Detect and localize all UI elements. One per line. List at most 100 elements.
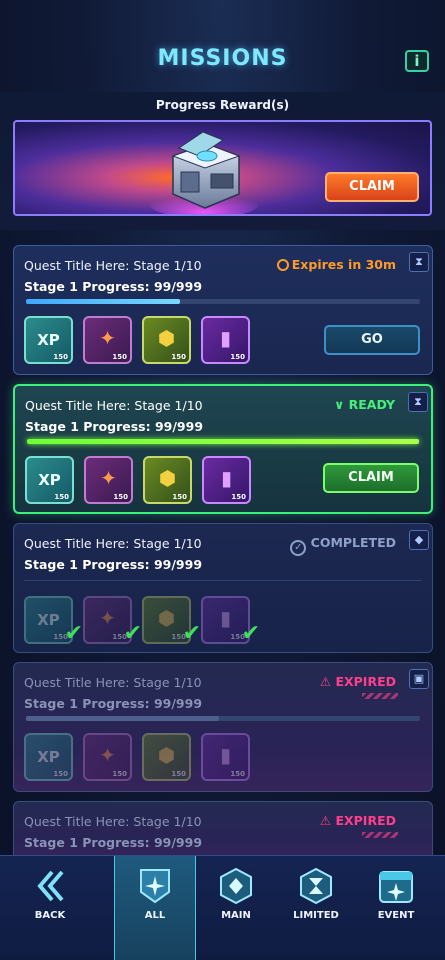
ready-chevron-icon: ∨ xyxy=(334,397,345,412)
diamond-icon[interactable]: ◆ xyxy=(409,530,429,550)
expired-status: ⚠ EXPIRED xyxy=(320,674,396,689)
mission-card-ready: Quest Title Here: Stage 1/10 Stage 1 Pro… xyxy=(13,384,433,514)
page-title: MISSIONS xyxy=(157,46,288,71)
star-glyph: ✦ xyxy=(99,743,116,767)
nav-tab-event[interactable]: EVENT xyxy=(356,856,436,960)
bottom-nav: BACK ALL MAIN LIMITED EVENT xyxy=(0,855,445,960)
progress-reward-label: Progress Reward(s) xyxy=(155,98,290,112)
progress-bar xyxy=(27,439,419,444)
progress-bar-fill xyxy=(26,716,220,721)
reward-quantity: 150 xyxy=(53,353,68,361)
quest-progress-text: Stage 1 Progress: 99/999 xyxy=(24,279,203,294)
reward-slot: ⬢ 150 xyxy=(142,733,191,781)
mission-card-completed: Quest Title Here: Stage 1/10 Stage 1 Pro… xyxy=(13,523,433,653)
xp-reward-icon[interactable]: XP 150 xyxy=(24,733,73,781)
xp-glyph: XP xyxy=(37,748,60,766)
nav-tab-main[interactable]: MAIN xyxy=(196,856,276,960)
expires-text: Expires in 30m xyxy=(291,257,396,272)
cell-glyph: ▮ xyxy=(219,326,231,350)
chip-reward-icon[interactable]: ⬢ 150 xyxy=(143,456,192,504)
reward-slot: ✦ 150 xyxy=(83,316,132,364)
reward-quantity: 150 xyxy=(171,353,186,361)
ready-text: READY xyxy=(348,397,395,412)
xp-reward-icon[interactable]: XP 150 xyxy=(25,456,74,504)
divider xyxy=(24,580,422,581)
nav-event-label: EVENT xyxy=(377,910,415,921)
progress-reward-section: Progress Reward(s) CLAIM xyxy=(0,92,445,230)
reward-quantity: 150 xyxy=(231,493,246,501)
checkmark-icon: ✔ xyxy=(64,621,83,646)
xp-glyph: XP xyxy=(38,471,61,489)
chip-glyph: ⬢ xyxy=(157,326,176,350)
reward-quantity: 150 xyxy=(113,493,128,501)
cell-reward-icon[interactable]: ▮ 150 xyxy=(201,316,250,364)
chip-glyph: ⬢ xyxy=(157,743,176,767)
reward-slot: XP 150 xyxy=(24,733,73,781)
mission-card: Quest Title Here: Stage 1/10 Stage 1 Pro… xyxy=(13,245,433,375)
reward-slot: ⬢ 150 xyxy=(143,456,192,504)
nav-tab-all[interactable]: ALL xyxy=(114,856,196,960)
reward-slot: XP 150 ✔ xyxy=(24,596,83,646)
nav-back[interactable]: BACK xyxy=(0,856,100,960)
reward-items: XP 150 ✦ 150 ⬢ 150 ▮ 150 xyxy=(24,733,250,781)
cell-reward-icon[interactable]: ▮ 150 xyxy=(202,456,251,504)
chip-glyph: ⬢ xyxy=(158,466,177,490)
expired-text: EXPIRED xyxy=(335,813,396,828)
star-reward-icon[interactable]: ✦ 150 xyxy=(83,733,132,781)
reward-quantity: 150 xyxy=(112,353,127,361)
claim-button[interactable]: CLAIM xyxy=(323,463,419,493)
quest-progress-text: Stage 1 Progress: 99/999 xyxy=(25,419,204,434)
progress-bar-fill xyxy=(26,299,180,304)
expires-status: Expires in 30m xyxy=(276,257,396,272)
reward-quantity: 150 xyxy=(230,770,245,778)
checkmark-icon: ✔ xyxy=(241,621,260,646)
expired-text: EXPIRED xyxy=(335,674,396,689)
reward-slot: ▮ 150 xyxy=(202,456,251,504)
chip-reward-icon[interactable]: ⬢ 150 xyxy=(142,733,191,781)
calendar-sparkle-icon xyxy=(379,871,413,903)
nav-limited-label: LIMITED xyxy=(293,910,339,921)
mission-card-expired: Quest Title Here: Stage 1/10 Stage 1 Pro… xyxy=(13,801,433,861)
cell-glyph: ▮ xyxy=(220,466,232,490)
hourglass-icon[interactable]: ⧗ xyxy=(408,392,428,412)
nav-main-label: MAIN xyxy=(221,910,251,921)
expired-status: ⚠ EXPIRED xyxy=(320,813,396,828)
expired-hatch xyxy=(362,693,398,699)
expired-hatch xyxy=(362,832,398,838)
chip-reward-icon[interactable]: ⬢ 150 xyxy=(142,316,191,364)
shield-sparkle-icon xyxy=(140,869,170,904)
progress-bar-fill xyxy=(27,439,419,444)
reward-slot: ▮ 150 xyxy=(201,316,250,364)
hourglass-gem-icon xyxy=(300,867,332,905)
mission-card-expired: Quest Title Here: Stage 1/10 Stage 1 Pro… xyxy=(13,662,433,792)
completed-text: COMPLETED xyxy=(310,535,396,550)
reward-quantity: 150 xyxy=(53,770,68,778)
reward-quantity: 150 xyxy=(171,770,186,778)
nav-tab-limited[interactable]: LIMITED xyxy=(276,856,356,960)
quest-title: Quest Title Here: Stage 1/10 xyxy=(25,398,203,413)
cell-reward-icon[interactable]: ▮ 150 xyxy=(201,733,250,781)
timer-icon xyxy=(276,259,289,271)
calendar-icon[interactable]: ▣ xyxy=(409,669,429,689)
progress-bar xyxy=(26,716,420,721)
reward-items: XP 150 ✦ 150 ⬢ 150 ▮ 150 xyxy=(25,456,251,504)
quest-title: Quest Title Here: Stage 1/10 xyxy=(24,258,202,273)
quest-title: Quest Title Here: Stage 1/10 xyxy=(24,675,202,690)
star-glyph: ✦ xyxy=(100,466,117,490)
info-button[interactable]: i xyxy=(405,50,429,72)
progress-bar xyxy=(26,299,420,304)
completed-status: ✓ COMPLETED xyxy=(290,535,396,556)
checkmark-icon: ✔ xyxy=(182,621,201,646)
warning-icon: ⚠ xyxy=(319,674,332,689)
star-reward-icon[interactable]: ✦ 150 xyxy=(83,316,132,364)
reward-quantity: 150 xyxy=(112,770,127,778)
reward-slot: ⬢ 150 ✔ xyxy=(142,596,201,646)
cell-glyph: ▮ xyxy=(219,743,231,767)
quest-progress-text: Stage 1 Progress: 99/999 xyxy=(24,696,203,711)
go-button[interactable]: GO xyxy=(324,325,420,355)
reward-claim-button[interactable]: CLAIM xyxy=(325,172,419,202)
header: MISSIONS i xyxy=(0,0,445,92)
xp-reward-icon[interactable]: XP 150 xyxy=(24,316,73,364)
star-reward-icon[interactable]: ✦ 150 xyxy=(84,456,133,504)
hourglass-icon[interactable]: ⧗ xyxy=(409,252,429,272)
